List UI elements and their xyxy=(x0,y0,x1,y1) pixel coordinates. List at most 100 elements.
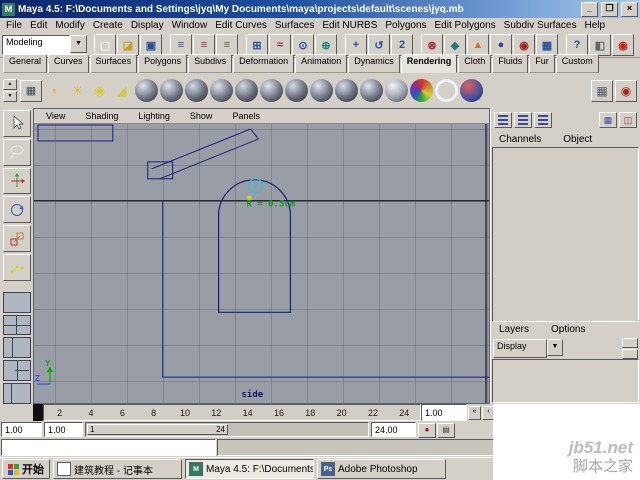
toolbar-icon[interactable]: ≡ xyxy=(193,34,215,56)
command-input[interactable] xyxy=(1,439,216,456)
layout-outliner-persp-button[interactable] xyxy=(2,383,31,404)
toolbar-icon[interactable]: ▢ xyxy=(94,34,116,56)
material-sphere-icon[interactable] xyxy=(185,79,208,102)
light-icon[interactable]: ◉ xyxy=(89,80,110,101)
wireframe-beam[interactable] xyxy=(147,128,259,180)
rotate-tool-icon[interactable] xyxy=(2,196,31,224)
toolbar-icon[interactable]: ≡ xyxy=(216,34,238,56)
menu-set-dropdown[interactable]: Modeling ▼ xyxy=(2,35,87,55)
menu-item[interactable]: Edit xyxy=(26,20,51,31)
toolbar-icon[interactable]: ? xyxy=(566,34,588,56)
menu-item[interactable]: Display xyxy=(127,20,168,31)
shelf-prev-icon[interactable]: ▲ xyxy=(3,79,17,90)
shelf-tab[interactable]: Fur xyxy=(529,54,555,73)
material-sphere-icon[interactable] xyxy=(310,79,333,102)
shelf-tab[interactable]: Deformation xyxy=(233,54,295,73)
move-tool-icon[interactable] xyxy=(2,167,31,195)
menu-item[interactable]: Help xyxy=(581,20,610,31)
layout-four-pane-button[interactable] xyxy=(2,314,31,336)
panel-menu-item[interactable]: View xyxy=(42,111,69,121)
chevron-down-icon[interactable]: ▼ xyxy=(547,338,563,356)
persp-layout-icon[interactable]: ▦ xyxy=(599,112,617,128)
material-sphere-icon[interactable] xyxy=(335,79,358,102)
current-frame-marker[interactable] xyxy=(33,404,43,421)
playback-button[interactable]: « xyxy=(468,405,481,420)
range-end-handle[interactable]: 24 xyxy=(216,425,225,434)
material-sphere-icon[interactable] xyxy=(360,79,383,102)
task-button[interactable]: Ps Adobe Photoshop xyxy=(317,459,446,479)
viewport-canvas[interactable]: R = 0.5cm side Y Z xyxy=(34,124,489,403)
range-option-button[interactable]: ● xyxy=(418,423,436,438)
minimize-button[interactable]: _ xyxy=(581,1,598,17)
layout-two-pane-button[interactable] xyxy=(2,337,31,359)
toolbar-icon[interactable]: + xyxy=(345,34,367,56)
shelf-tab[interactable]: Custom xyxy=(555,54,599,73)
toolbar-icon[interactable]: ≡ xyxy=(170,34,192,56)
toolbar-icon[interactable]: ▦ xyxy=(536,34,558,56)
lasso-tool-icon[interactable] xyxy=(2,138,31,166)
material-sphere-icon[interactable] xyxy=(385,79,408,102)
material-sphere-icon[interactable] xyxy=(160,79,183,102)
material-sphere-icon[interactable] xyxy=(410,79,433,102)
hypergraph-icon[interactable]: ◫ xyxy=(619,112,637,128)
toolbar-icon[interactable]: ◧ xyxy=(589,34,611,56)
anim-start-field[interactable]: 1.00 xyxy=(1,422,42,437)
light-icon[interactable]: ☀ xyxy=(67,80,88,101)
shelf-tab[interactable]: Rendering xyxy=(400,54,458,73)
time-ruler[interactable]: 2 4 6 8 10 12 14 16 18 20 22 24 xyxy=(43,404,421,421)
toolbar-icon[interactable]: ↺ xyxy=(368,34,390,56)
menu-item[interactable]: File xyxy=(2,20,26,31)
light-icon[interactable]: ◢ xyxy=(111,80,132,101)
shelf-tab[interactable]: Dynamics xyxy=(348,54,400,73)
playback-end-field[interactable]: 24.00 xyxy=(371,422,416,437)
select-tool-icon[interactable] xyxy=(2,110,31,137)
toolbar-icon[interactable]: ◪ xyxy=(117,34,139,56)
wireframe-boundary[interactable] xyxy=(162,200,489,378)
arc-radius-manipulator[interactable] xyxy=(247,178,264,200)
toolbar-icon[interactable]: 2 xyxy=(391,34,413,56)
layout-three-pane-button[interactable] xyxy=(2,360,31,382)
show-manipulator-tool-icon[interactable] xyxy=(2,253,31,281)
current-time-field[interactable]: 1.00 xyxy=(421,404,467,421)
channel-box-list[interactable] xyxy=(492,147,639,322)
panel-menu-item[interactable]: Panels xyxy=(228,111,264,121)
panel-menu-item[interactable]: Lighting xyxy=(134,111,174,121)
toolbar-icon[interactable]: ● xyxy=(490,34,512,56)
channel-box-menu-item[interactable]: Channels xyxy=(495,134,545,145)
panel-menu-item[interactable]: Show xyxy=(186,111,217,121)
material-sphere-icon[interactable] xyxy=(435,79,458,102)
layer-editor-menu-item[interactable]: Options xyxy=(547,324,589,335)
range-start-handle[interactable]: 1 xyxy=(90,425,94,434)
menu-item[interactable]: Subdiv Surfaces xyxy=(500,20,581,31)
task-button[interactable]: M Maya 4.5: F:\Documents... xyxy=(185,459,314,479)
toolbar-icon[interactable]: ⊕ xyxy=(315,34,337,56)
wireframe-rectangle[interactable] xyxy=(37,124,114,142)
menu-item[interactable]: Window xyxy=(168,20,212,31)
layer-list[interactable] xyxy=(492,359,639,403)
playback-start-field[interactable]: 1.00 xyxy=(44,422,83,437)
toolbar-icon[interactable]: ⊗ xyxy=(421,34,443,56)
light-icon[interactable]: ◐ xyxy=(45,80,66,101)
shelf-tab[interactable]: General xyxy=(3,54,48,73)
show-channel-box-icon[interactable] xyxy=(494,112,512,128)
toolbar-icon[interactable]: ▲ xyxy=(467,34,489,56)
range-option-button[interactable]: ▤ xyxy=(437,423,455,438)
layer-editor-menu-item[interactable]: Layers xyxy=(495,324,533,335)
shelf-tab[interactable]: Curves xyxy=(48,54,89,73)
material-sphere-icon[interactable] xyxy=(135,79,158,102)
new-layer-button[interactable] xyxy=(622,337,638,348)
material-sphere-icon[interactable] xyxy=(460,79,483,102)
shelf-tab[interactable]: Cloth xyxy=(458,54,492,73)
material-sphere-icon[interactable] xyxy=(210,79,233,102)
channel-box-menu-item[interactable]: Object xyxy=(559,134,596,145)
shelf-tab[interactable]: Fluids xyxy=(492,54,529,73)
menu-item[interactable]: Edit NURBS xyxy=(318,20,381,31)
shelf-tab[interactable]: Surfaces xyxy=(89,54,138,73)
toolbar-icon[interactable]: ⊙ xyxy=(292,34,314,56)
range-bar[interactable]: 1 24 xyxy=(87,424,228,435)
start-button[interactable]: 开始 xyxy=(2,459,50,479)
layer-options-button[interactable] xyxy=(622,348,638,359)
shelf-next-icon[interactable]: ▼ xyxy=(3,91,17,102)
task-button[interactable]: 建筑教程 - 记事本 xyxy=(53,459,182,479)
menu-item[interactable]: Modify xyxy=(51,20,88,31)
